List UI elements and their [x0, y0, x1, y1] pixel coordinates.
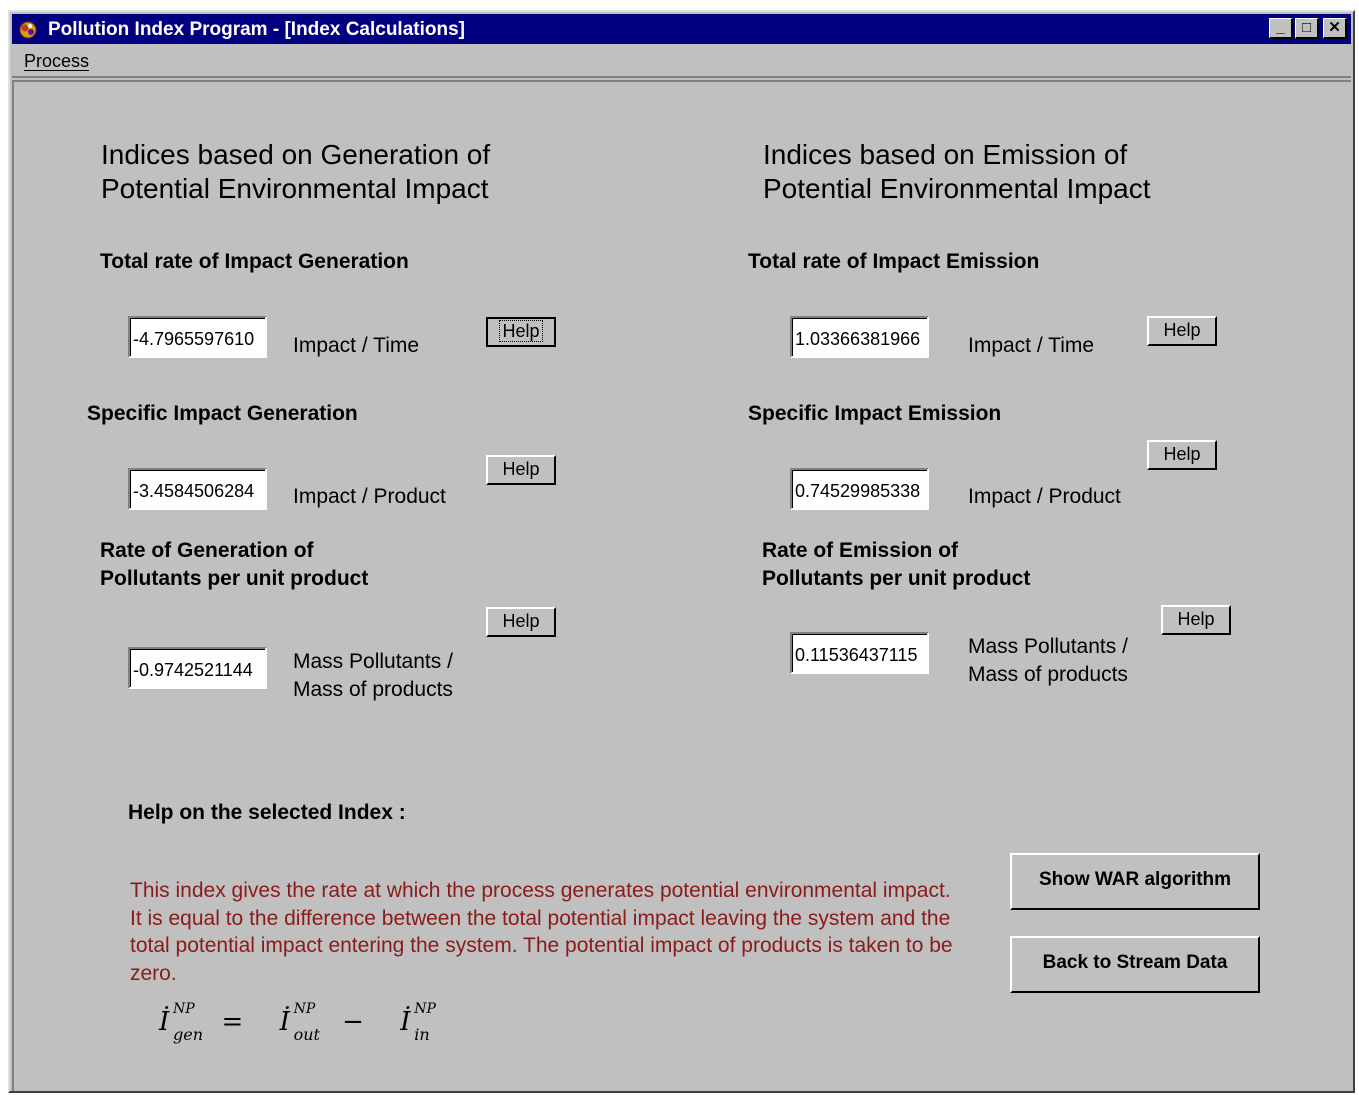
formula-equals: = [221, 1007, 244, 1037]
back-to-stream-data-label: Back to Stream Data [1042, 952, 1228, 973]
right-rate-pollutants-unit: Mass Pollutants / Mass of products [968, 633, 1128, 689]
minimize-button[interactable]: _ [1269, 18, 1293, 39]
app-icon [18, 20, 38, 40]
help-button-label: Help [1177, 609, 1215, 629]
minimize-icon: _ [1276, 19, 1285, 36]
right-rate-pollutants-unit-line1: Mass Pollutants / [968, 635, 1128, 658]
help-button-label: Help [499, 320, 543, 342]
right-heading-line1: Indices based on Emission of [763, 139, 1128, 170]
formula-term-in: İ NP in [400, 1001, 436, 1044]
right-rate-pollutants-line2: Pollutants per unit product [762, 567, 1031, 590]
formula-superscript: NP [414, 1001, 436, 1017]
left-rate-pollutants-unit-line2: Mass of products [293, 678, 453, 701]
maximize-button[interactable]: □ [1295, 18, 1319, 39]
formula-subscript-in: in [414, 1025, 430, 1044]
formula-minus: − [342, 1007, 364, 1037]
left-rate-pollutants-label: Rate of Generation of Pollutants per uni… [100, 537, 368, 593]
help-button-label: Help [502, 611, 540, 631]
app-window: Pollution Index Program - [Index Calcula… [8, 10, 1355, 1093]
left-specific-field[interactable] [128, 468, 267, 510]
help-button-label: Help [1163, 444, 1201, 464]
menu-bar: Process [12, 46, 1351, 78]
left-specific-help-button[interactable]: Help [486, 455, 556, 485]
formula-base: İ [400, 1007, 411, 1037]
show-war-algorithm-label: Show WAR algorithm [1038, 869, 1232, 890]
help-description: This index gives the rate at which the p… [130, 879, 953, 985]
maximize-icon: □ [1301, 19, 1312, 36]
right-total-rate-help-button[interactable]: Help [1147, 316, 1217, 346]
menu-process-label: Process [24, 51, 90, 71]
right-rate-pollutants-help-button[interactable]: Help [1161, 605, 1231, 635]
right-heading-line2: Potential Environmental Impact [763, 173, 1151, 204]
left-rate-pollutants-help-button[interactable]: Help [486, 607, 556, 637]
formula-superscript: NP [293, 1001, 316, 1017]
formula-superscript: NP [173, 1001, 195, 1017]
index-formula: İ NP gen = İ NP out − İ NP in [159, 1001, 455, 1044]
right-rate-pollutants-field[interactable] [790, 632, 929, 674]
left-total-rate-field[interactable] [128, 316, 267, 358]
left-specific-unit: Impact / Product [293, 485, 446, 508]
show-war-algorithm-button[interactable]: Show WAR algorithm [1010, 853, 1260, 910]
formula-subscript-gen: gen [173, 1025, 204, 1044]
window-title: Pollution Index Program - [Index Calcula… [48, 19, 465, 40]
right-rate-pollutants-label: Rate of Emission of Pollutants per unit … [762, 537, 1030, 593]
right-specific-help-button[interactable]: Help [1147, 440, 1217, 470]
close-button[interactable]: ✕ [1323, 18, 1347, 39]
back-to-stream-data-button[interactable]: Back to Stream Data [1010, 936, 1260, 993]
formula-term-out: İ NP out [279, 1001, 320, 1044]
right-rate-pollutants-line1: Rate of Emission of [762, 539, 959, 562]
formula-base: İ [159, 1007, 170, 1037]
left-heading-line2: Potential Environmental Impact [101, 173, 489, 204]
formula-subscript-out: out [293, 1025, 320, 1044]
formula-base: İ [279, 1007, 290, 1037]
left-rate-pollutants-line2: Pollutants per unit product [100, 567, 369, 590]
right-specific-field[interactable] [790, 468, 929, 510]
menu-process[interactable]: Process [24, 51, 89, 72]
left-total-rate-help-button[interactable]: Help [486, 317, 556, 347]
left-rate-pollutants-unit: Mass Pollutants / Mass of products [293, 648, 453, 704]
right-specific-unit: Impact / Product [968, 485, 1121, 508]
right-heading: Indices based on Emission of Potential E… [763, 138, 1151, 206]
right-specific-label: Specific Impact Emission [748, 402, 1002, 425]
right-total-rate-field[interactable] [790, 316, 929, 358]
left-heading-line1: Indices based on Generation of [101, 139, 491, 170]
formula-term-gen: İ NP gen [159, 1001, 203, 1044]
left-total-rate-unit: Impact / Time [293, 334, 420, 357]
help-button-label: Help [1163, 320, 1201, 340]
right-rate-pollutants-unit-line2: Mass of products [968, 663, 1128, 686]
index-calculations-panel: Indices based on Generation of Potential… [12, 80, 1351, 1091]
help-section-title: Help on the selected Index : [128, 801, 406, 824]
left-specific-label: Specific Impact Generation [87, 402, 358, 425]
left-rate-pollutants-unit-line1: Mass Pollutants / [293, 650, 453, 673]
right-total-rate-label: Total rate of Impact Emission [748, 250, 1040, 273]
help-button-label: Help [502, 459, 540, 479]
left-total-rate-label: Total rate of Impact Generation [100, 250, 409, 273]
right-total-rate-unit: Impact / Time [968, 334, 1095, 357]
left-rate-pollutants-field[interactable] [128, 647, 267, 689]
close-icon: ✕ [1328, 19, 1341, 36]
left-heading: Indices based on Generation of Potential… [101, 138, 490, 206]
title-bar[interactable]: Pollution Index Program - [Index Calcula… [12, 14, 1351, 44]
left-rate-pollutants-line1: Rate of Generation of [100, 539, 314, 562]
